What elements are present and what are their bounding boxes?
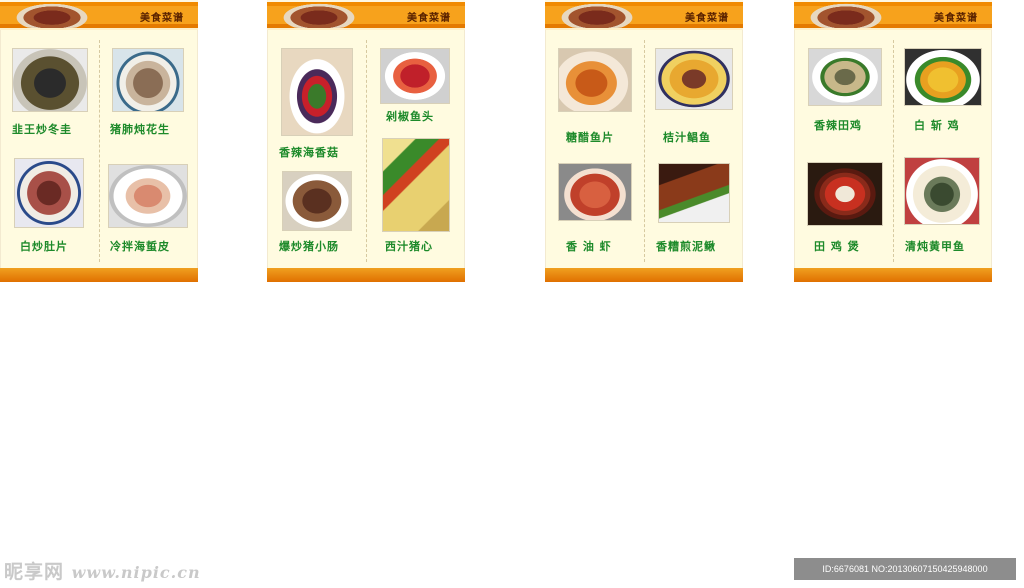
dish-photo bbox=[658, 163, 730, 223]
header-food-photo bbox=[557, 2, 637, 28]
menu-card-2: 美食菜谱 香辣海香菇 剁椒鱼头 爆炒猪小肠 西汁猪心 bbox=[267, 0, 465, 282]
dish-photo bbox=[904, 48, 982, 106]
menu-card-4: 美食菜谱 香辣田鸡 白 斩 鸡 田 鸡 煲 清炖黄甲鱼 bbox=[794, 0, 992, 282]
dish-name: 清炖黄甲鱼 bbox=[905, 240, 965, 253]
card-header: 美食菜谱 bbox=[794, 0, 992, 30]
dish-name: 冷拌海蜇皮 bbox=[110, 240, 170, 253]
image-id-bar: ID:6676081 NO:20130607150425948000 bbox=[794, 558, 1016, 580]
dish-name: 香 油 虾 bbox=[566, 240, 612, 253]
dashed-divider bbox=[893, 40, 894, 262]
dish-photo bbox=[904, 157, 980, 225]
watermark-url: www.nipic.cn bbox=[71, 563, 201, 582]
dish-name: 爆炒猪小肠 bbox=[279, 240, 339, 253]
dish-photo bbox=[807, 162, 883, 226]
dish-name: 桔汁鲳鱼 bbox=[663, 131, 711, 144]
dish-photo bbox=[655, 48, 733, 110]
dish-name: 白 斩 鸡 bbox=[914, 119, 960, 132]
dish-photo bbox=[281, 48, 353, 136]
watermark-brand: 昵享网 bbox=[4, 561, 65, 583]
dish-photo bbox=[12, 48, 88, 112]
card-footer bbox=[545, 268, 743, 282]
dish-photo bbox=[558, 163, 632, 221]
dish-name: 猪肺炖花生 bbox=[110, 123, 170, 136]
card-footer bbox=[0, 268, 198, 282]
dish-photo bbox=[112, 48, 184, 112]
dashed-divider bbox=[99, 40, 100, 262]
header-title: 美食菜谱 bbox=[934, 13, 978, 24]
menu-card-3: 美食菜谱 糖醋鱼片 桔汁鲳鱼 香 油 虾 香糟煎泥鳅 bbox=[545, 0, 743, 282]
dish-photo bbox=[380, 48, 450, 104]
dish-photo bbox=[282, 171, 352, 231]
dish-name: 田 鸡 煲 bbox=[814, 240, 860, 253]
dish-photo bbox=[382, 138, 450, 232]
dish-photo bbox=[558, 48, 632, 112]
header-food-photo bbox=[279, 2, 359, 28]
header-title: 美食菜谱 bbox=[407, 13, 451, 24]
card-header: 美食菜谱 bbox=[267, 0, 465, 30]
header-food-photo bbox=[12, 2, 92, 28]
dish-name: 香辣田鸡 bbox=[814, 119, 862, 132]
dish-name: 糖醋鱼片 bbox=[566, 131, 614, 144]
header-title: 美食菜谱 bbox=[140, 13, 184, 24]
dashed-divider bbox=[366, 40, 367, 262]
dish-photo bbox=[108, 164, 188, 228]
dashed-divider bbox=[644, 40, 645, 262]
dish-photo bbox=[808, 48, 882, 106]
dish-name: 香辣海香菇 bbox=[279, 146, 339, 159]
header-food-photo bbox=[806, 2, 886, 28]
card-header: 美食菜谱 bbox=[0, 0, 198, 30]
dish-name: 西汁猪心 bbox=[385, 240, 433, 253]
header-title: 美食菜谱 bbox=[685, 13, 729, 24]
card-footer bbox=[794, 268, 992, 282]
site-watermark: 昵享网 www.nipic.cn bbox=[4, 557, 201, 584]
dish-name: 剁椒鱼头 bbox=[386, 110, 434, 123]
dish-name: 韭王炒冬圭 bbox=[12, 123, 72, 136]
card-footer bbox=[267, 268, 465, 282]
dish-name: 香糟煎泥鳅 bbox=[656, 240, 716, 253]
menu-card-1: 美食菜谱 韭王炒冬圭 猪肺炖花生 白炒肚片 冷拌海蜇皮 bbox=[0, 0, 198, 282]
card-header: 美食菜谱 bbox=[545, 0, 743, 30]
dish-name: 白炒肚片 bbox=[20, 240, 68, 253]
dish-photo bbox=[14, 158, 84, 228]
